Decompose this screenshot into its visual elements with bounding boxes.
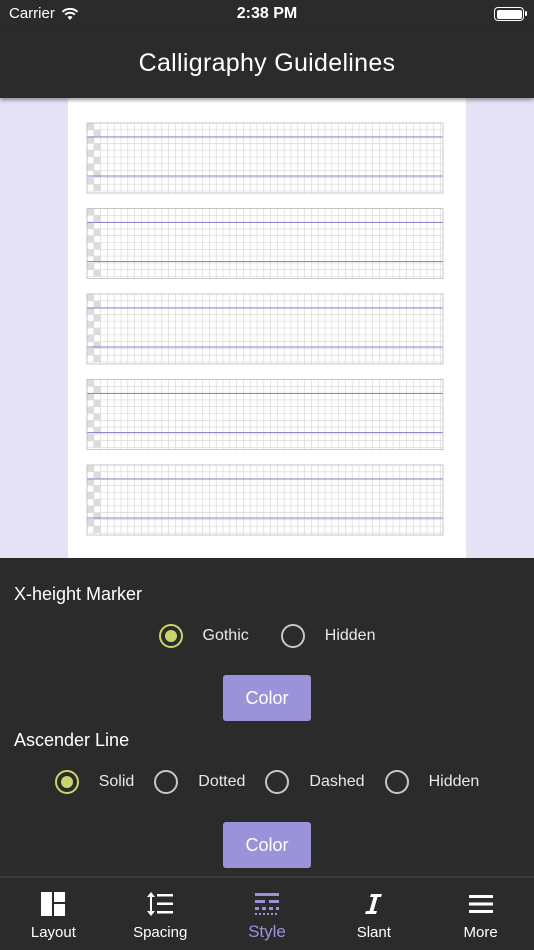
tab-bar: Layout Spacing Style Slant More xyxy=(0,876,534,950)
style-settings-panel: X-height Marker Gothic Hidden Color Asce… xyxy=(0,558,534,876)
xheight-option-hidden[interactable]: Hidden xyxy=(280,624,375,648)
guideline-block xyxy=(86,379,444,450)
guideline-block xyxy=(86,122,444,194)
radio-selected-icon[interactable] xyxy=(158,624,183,648)
xheight-option-gothic[interactable]: Gothic xyxy=(158,624,249,648)
nav-bar: Calligraphy Guidelines xyxy=(0,28,534,98)
ascender-option-dotted[interactable]: Dotted xyxy=(154,770,245,794)
tab-slant[interactable]: Slant xyxy=(320,878,427,950)
ascender-option-dashed[interactable]: Dashed xyxy=(265,770,365,794)
ascender-option-hidden[interactable]: Hidden xyxy=(384,770,479,794)
radio-unselected-icon[interactable] xyxy=(384,770,409,794)
tab-label: Style xyxy=(248,922,286,941)
xheight-color-button[interactable]: Color xyxy=(223,675,311,721)
tab-style[interactable]: Style xyxy=(214,878,321,950)
tab-label: More xyxy=(463,924,498,941)
tab-more[interactable]: More xyxy=(427,878,534,950)
radio-selected-icon[interactable] xyxy=(54,770,79,794)
guideline-preview xyxy=(0,98,534,558)
status-bar: Carrier 2:38 PM xyxy=(0,0,534,28)
tab-label: Spacing xyxy=(133,924,188,941)
ascender-line-options: Solid Dotted Dashed Hidden xyxy=(0,770,534,794)
radio-unselected-icon[interactable] xyxy=(280,624,305,648)
page-title: Calligraphy Guidelines xyxy=(138,48,396,77)
xheight-marker-title: X-height Marker xyxy=(14,584,143,604)
tab-label: Layout xyxy=(30,924,76,941)
italic-icon xyxy=(360,890,388,918)
battery-icon xyxy=(494,7,527,21)
menu-icon xyxy=(467,890,495,918)
guideline-block xyxy=(86,208,444,279)
status-time: 2:38 PM xyxy=(236,5,298,22)
line-spacing-icon xyxy=(146,890,174,918)
layout-icon xyxy=(39,890,67,918)
guideline-grid xyxy=(86,122,444,536)
line-style-icon xyxy=(253,890,281,918)
tab-layout[interactable]: Layout xyxy=(0,878,107,950)
guideline-block xyxy=(86,464,444,536)
radio-unselected-icon[interactable] xyxy=(265,770,290,794)
xheight-marker-options: Gothic Hidden xyxy=(0,624,534,648)
guideline-block xyxy=(86,293,444,365)
radio-unselected-icon[interactable] xyxy=(154,770,179,794)
guideline-sheet xyxy=(68,98,466,558)
ascender-line-title: Ascender Line xyxy=(14,730,130,750)
tab-label: Slant xyxy=(356,924,391,941)
tab-spacing[interactable]: Spacing xyxy=(107,878,214,950)
ascender-color-button[interactable]: Color xyxy=(223,822,311,868)
ascender-option-solid[interactable]: Solid xyxy=(54,770,134,794)
